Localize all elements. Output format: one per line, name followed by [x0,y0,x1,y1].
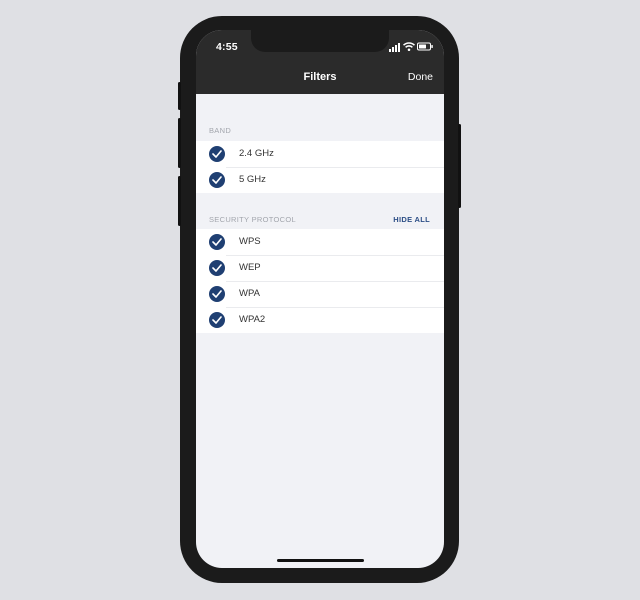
volume-up-button [178,118,181,168]
hide-all-button[interactable]: HIDE ALL [393,215,430,224]
option-label: WPS [239,236,261,247]
battery-icon [417,42,433,51]
status-icons [389,42,433,52]
mute-switch [178,82,181,110]
navigation-header: 4:55 Filters Done [196,30,444,94]
phone-frame: 4:55 Filters Done BAND 2.4 GHz 5 GHz SEC… [178,16,461,583]
security-option-wps[interactable]: WPS [196,229,444,255]
wifi-icon [403,42,415,51]
band-option-2-4ghz[interactable]: 2.4 GHz [196,141,444,167]
checkmark-icon [209,286,225,302]
option-label: 5 GHz [239,174,266,185]
security-option-wpa2[interactable]: WPA2 [196,307,444,333]
checkmark-icon [209,146,225,162]
band-section-label: BAND [209,126,232,135]
screen: 4:55 Filters Done BAND 2.4 GHz 5 GHz SEC… [196,30,444,568]
power-button [458,124,461,208]
option-label: WEP [239,262,261,273]
option-label: WPA2 [239,314,266,325]
home-indicator[interactable] [277,559,364,562]
notch [251,30,389,52]
security-section-label: SECURITY PROTOCOL [209,215,296,224]
band-option-5ghz[interactable]: 5 GHz [196,167,444,193]
status-time: 4:55 [216,41,238,53]
security-option-wpa[interactable]: WPA [196,281,444,307]
checkmark-icon [209,172,225,188]
checkmark-icon [209,312,225,328]
done-button[interactable]: Done [408,71,433,83]
option-label: 2.4 GHz [239,148,274,159]
signal-icon [389,43,400,52]
security-options: WPS WEP WPA WPA2 [196,229,444,333]
security-option-wep[interactable]: WEP [196,255,444,281]
band-options: 2.4 GHz 5 GHz [196,141,444,193]
page-title: Filters [303,71,337,83]
checkmark-icon [209,234,225,250]
volume-down-button [178,176,181,226]
checkmark-icon [209,260,225,276]
option-label: WPA [239,288,260,299]
